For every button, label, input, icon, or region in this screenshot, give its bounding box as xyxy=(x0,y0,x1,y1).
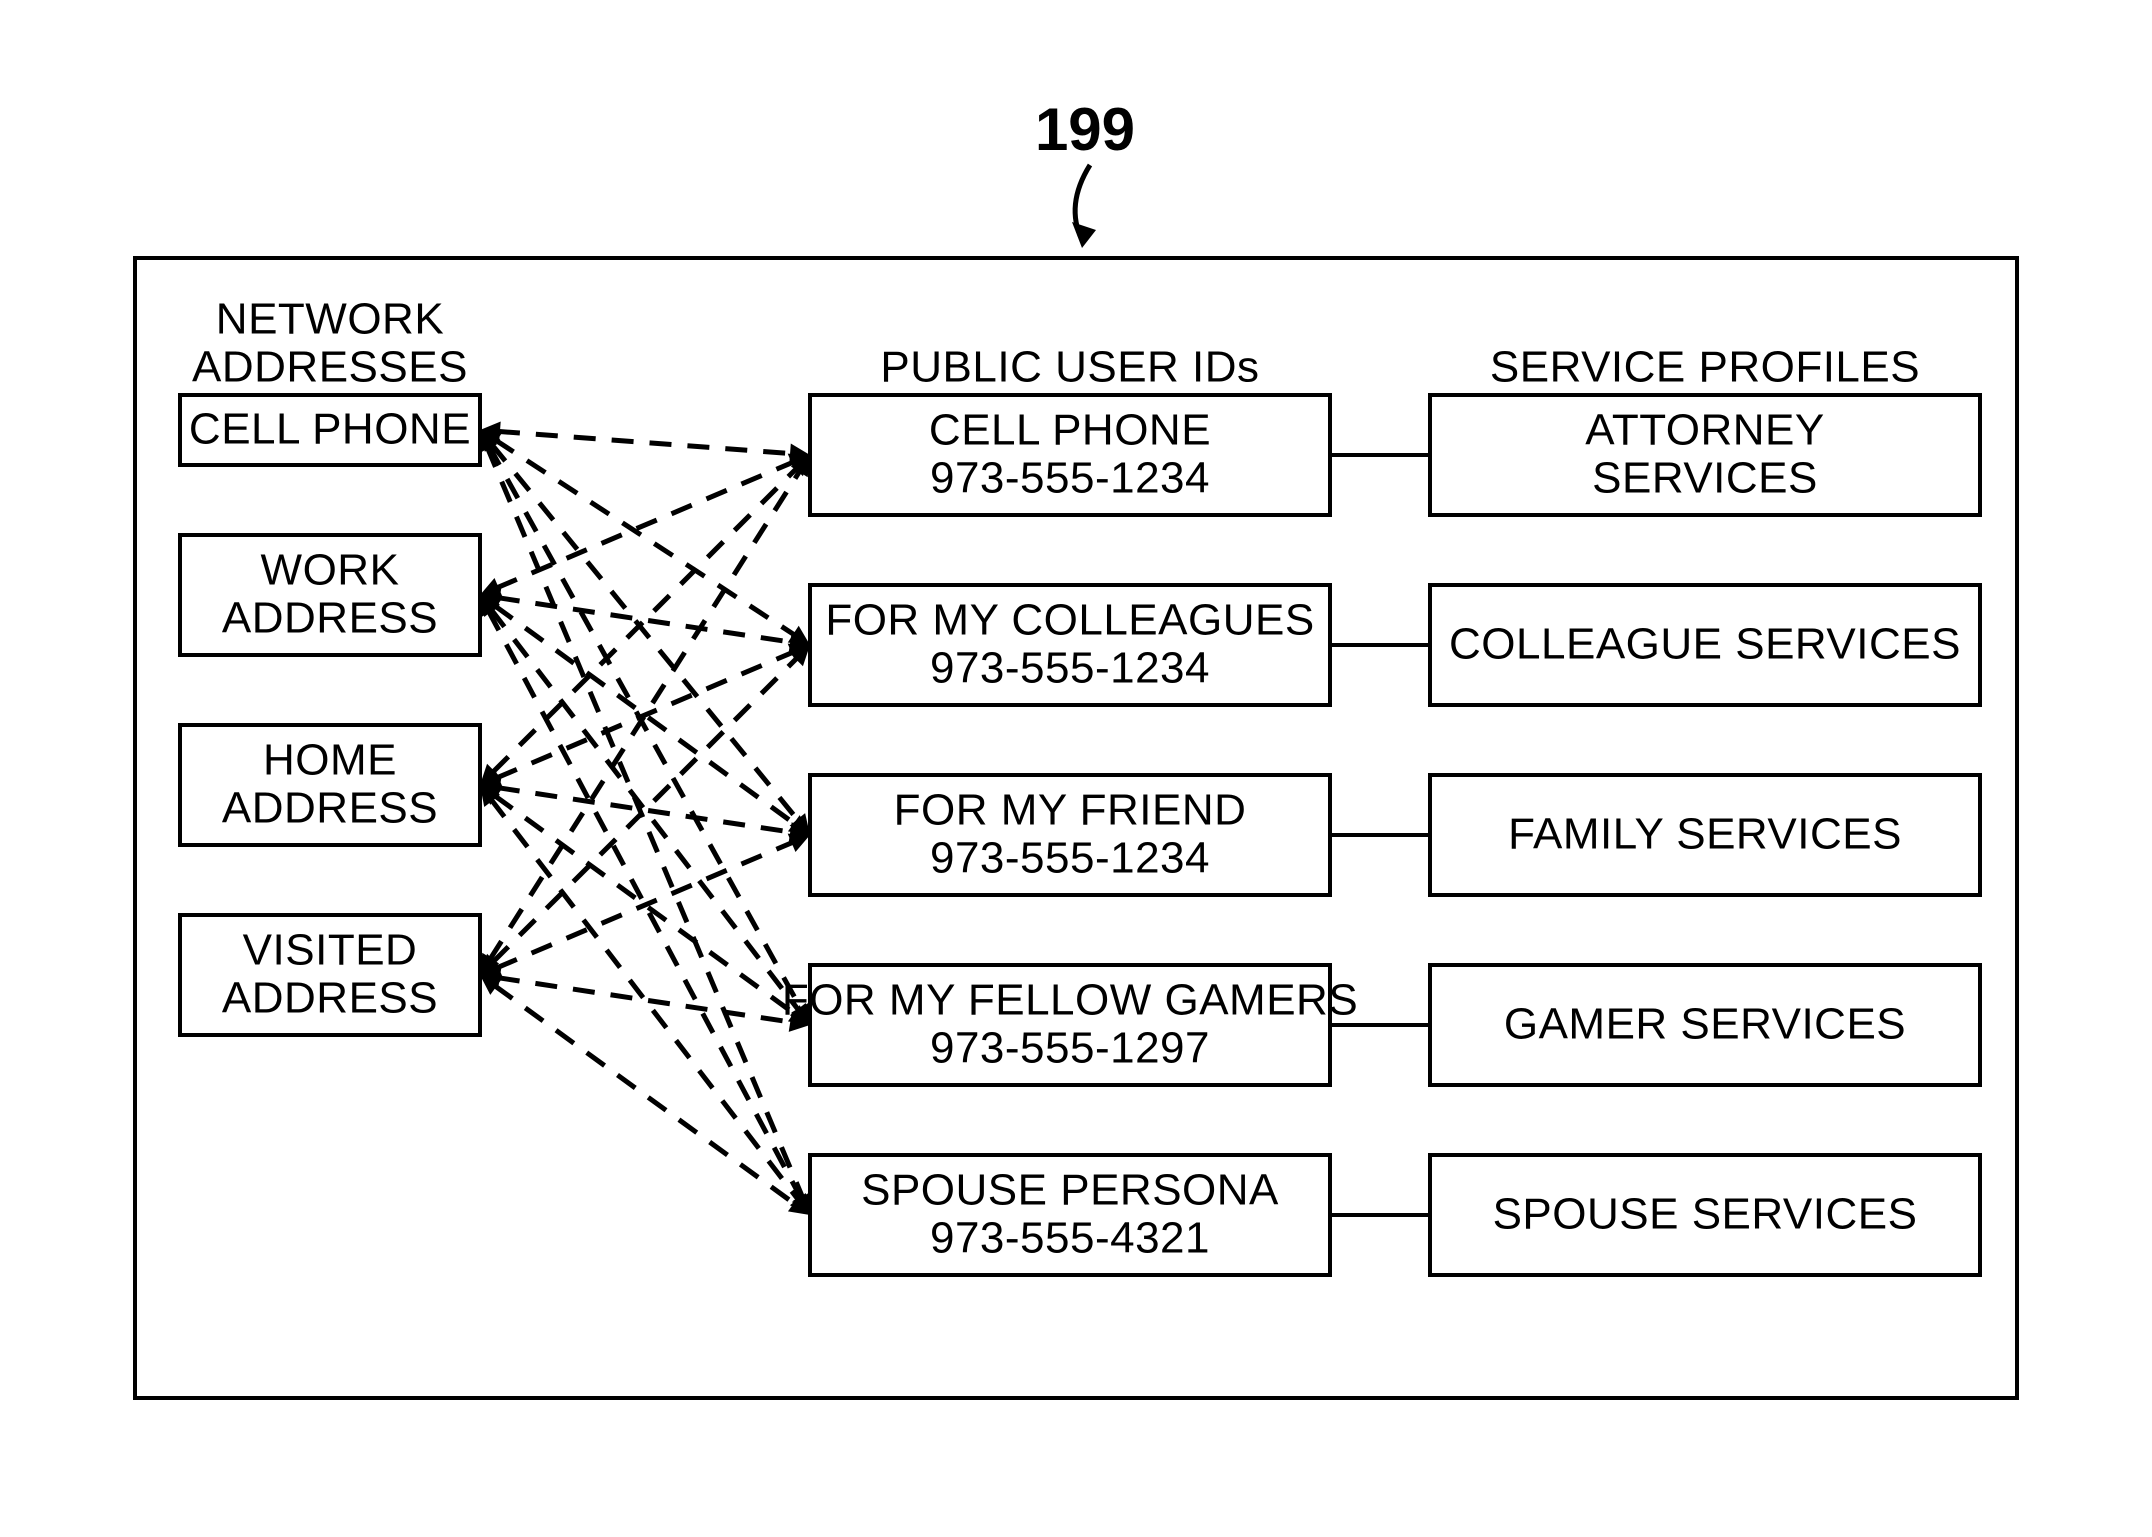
public-box-0-line1: CELL PHONE xyxy=(929,406,1211,455)
solid-links-layer xyxy=(1330,455,1430,1215)
network-box-3-line1: VISITED xyxy=(243,926,418,975)
network-box-2-line2: ADDRESS xyxy=(222,784,438,833)
public-box-0-line2: 973-555-1234 xyxy=(930,454,1210,503)
dlink-2-2 xyxy=(498,788,792,833)
network-heading-1: NETWORK xyxy=(216,295,444,344)
service-heading: SERVICE PROFILES xyxy=(1490,343,1920,392)
network-box-0-line1: CELL PHONE xyxy=(189,405,471,454)
public-box-4-line2: 973-555-4321 xyxy=(930,1214,1210,1263)
service-box-1-line1: COLLEAGUE SERVICES xyxy=(1449,620,1961,669)
public-box-3-line2: 973-555-1297 xyxy=(930,1024,1210,1073)
dlink-3-4 xyxy=(495,986,796,1205)
public-box-2-line2: 973-555-1234 xyxy=(930,834,1210,883)
dlink-0-0 xyxy=(498,431,792,453)
diagram: 199 NETWORK ADDRESSES PUBLIC USER IDs SE… xyxy=(0,0,2152,1537)
public-box-1-line1: FOR MY COLLEAGUES xyxy=(825,596,1314,645)
service-box-4-line1: SPOUSE SERVICES xyxy=(1493,1190,1918,1239)
network-box-3-line2: ADDRESS xyxy=(222,974,438,1023)
service-box-0-line1: ATTORNEY xyxy=(1585,406,1825,455)
dlink-0-2 xyxy=(491,444,798,821)
boxes-layer: CELL PHONEWORKADDRESSHOMEADDRESSVISITEDA… xyxy=(180,395,1980,1275)
dashed-links-layer xyxy=(479,422,812,1215)
dlink-0-3 xyxy=(489,446,802,1010)
network-box-1-line1: WORK xyxy=(261,546,400,595)
service-box-3-line1: GAMER SERVICES xyxy=(1504,1000,1906,1049)
public-box-1-line2: 973-555-1234 xyxy=(930,644,1210,693)
service-box-2-line1: FAMILY SERVICES xyxy=(1508,810,1902,859)
dlink-3-3 xyxy=(498,978,792,1023)
network-box-2-line1: HOME xyxy=(263,736,397,785)
public-box-2-line1: FOR MY FRIEND xyxy=(894,786,1247,835)
public-box-4-line1: SPOUSE PERSONA xyxy=(861,1166,1279,1215)
network-heading-2: ADDRESSES xyxy=(192,343,468,392)
reference-arrowhead xyxy=(1072,222,1096,248)
dlink-1-0 xyxy=(497,462,794,588)
service-box-0-line2: SERVICES xyxy=(1592,454,1818,503)
public-box-3-line1: FOR MY FELLOW GAMERS xyxy=(782,976,1358,1025)
reference-number: 199 xyxy=(1035,96,1135,163)
public-heading: PUBLIC USER IDs xyxy=(880,343,1259,392)
network-box-1-line2: ADDRESS xyxy=(222,594,438,643)
